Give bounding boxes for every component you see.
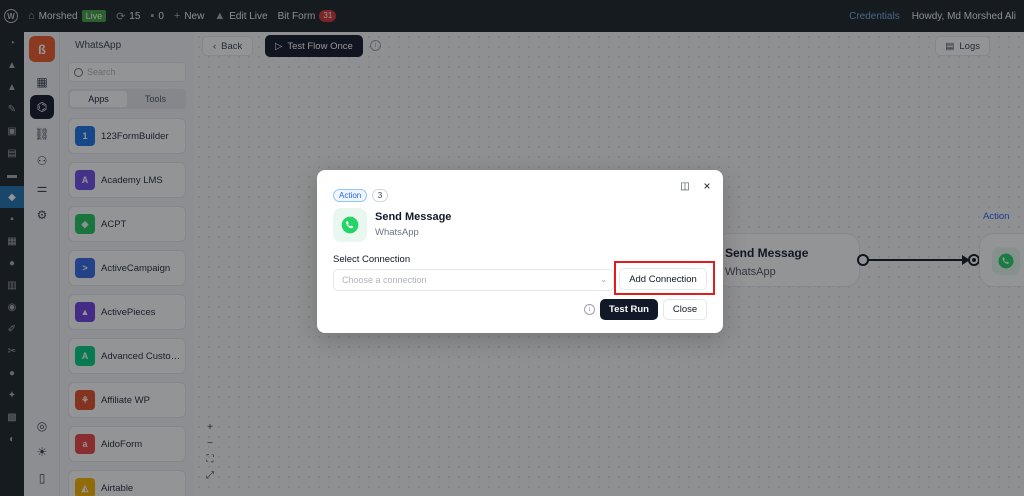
node-type-badge: Action	[333, 189, 368, 202]
step-number-badge: 3	[372, 189, 388, 202]
sidebar-panel-icon[interactable]: ◫	[679, 180, 691, 192]
modal-title: Send Message	[375, 211, 452, 223]
close-button[interactable]: Close	[663, 299, 707, 320]
modal-subtitle: WhatsApp	[375, 227, 419, 238]
chevron-down-icon: ⌄	[600, 275, 607, 284]
node-config-modal: Action 3 ◫ × Send Message WhatsApp Selec…	[317, 170, 723, 333]
add-connection-button[interactable]: Add Connection	[619, 268, 707, 290]
select-placeholder: Choose a connection	[342, 275, 427, 285]
info-icon[interactable]: i	[584, 304, 595, 315]
select-connection-label: Select Connection	[333, 254, 411, 265]
close-icon[interactable]: ×	[701, 179, 713, 193]
whatsapp-icon	[333, 208, 367, 242]
test-run-button[interactable]: Test Run	[600, 299, 658, 320]
connection-select[interactable]: Choose a connection ⌄	[333, 269, 614, 291]
